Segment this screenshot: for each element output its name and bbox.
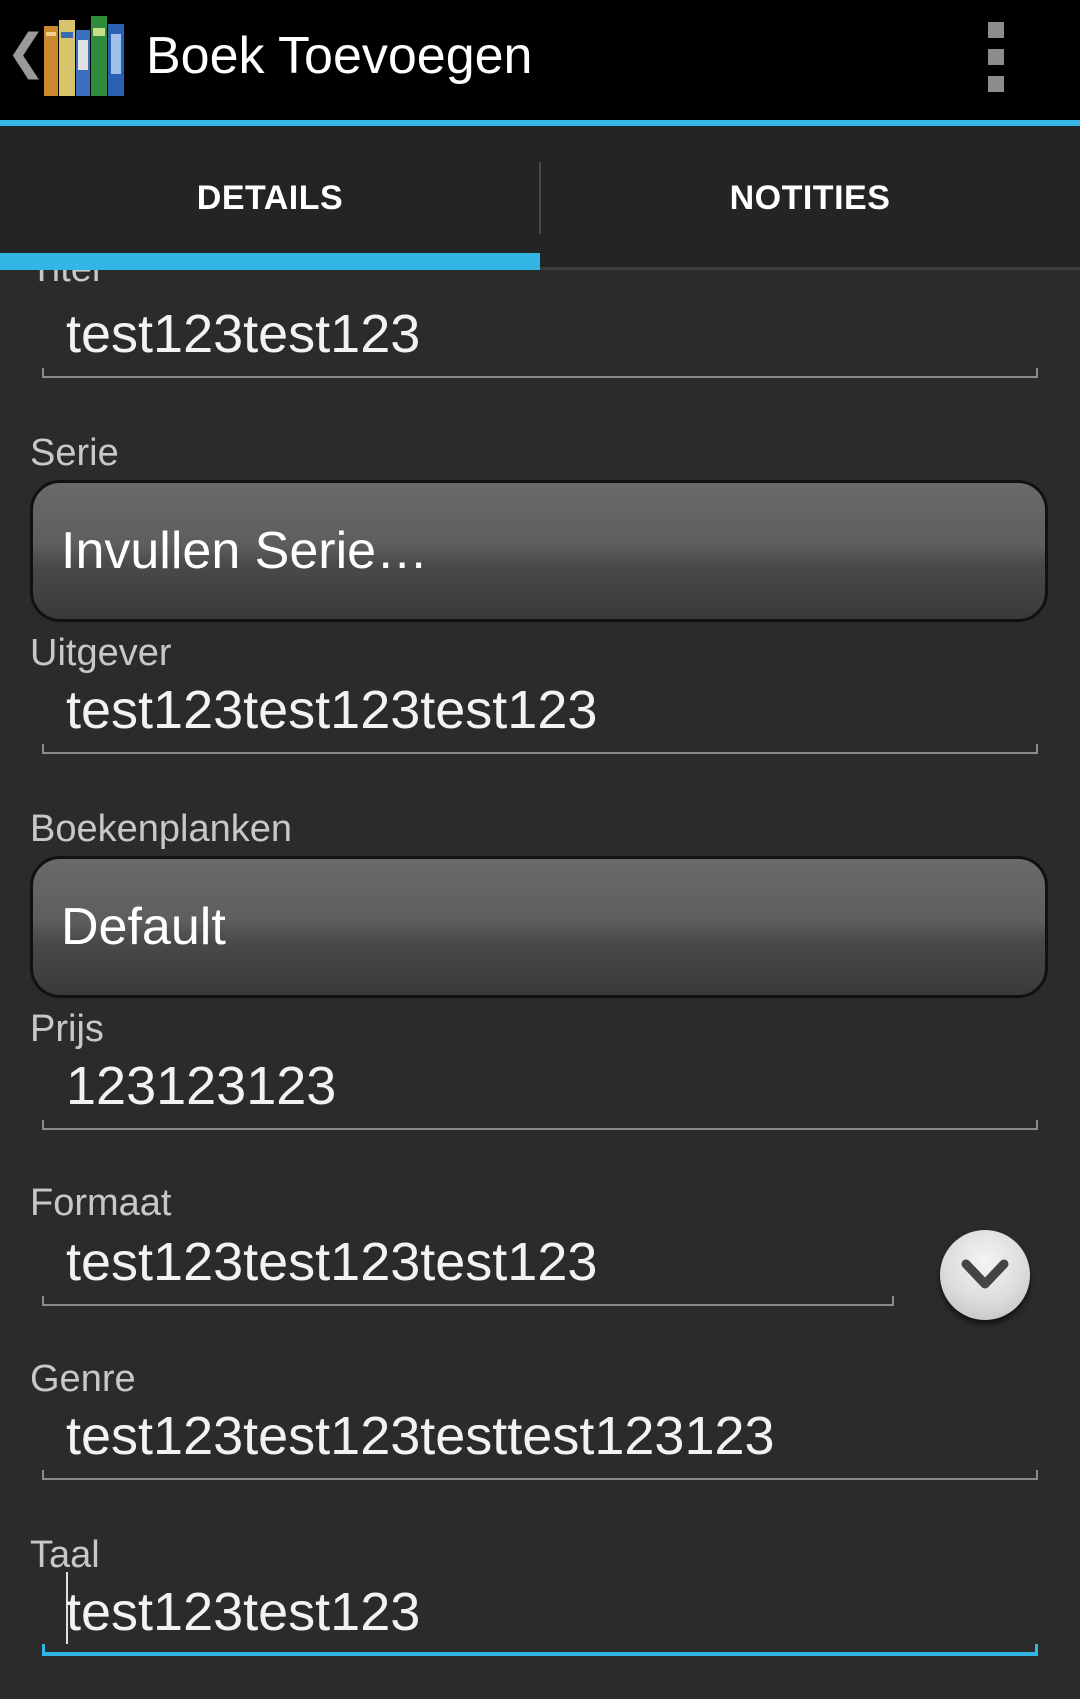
titel-field[interactable]: test123test123 <box>42 304 1038 378</box>
taal-underline <box>42 1644 1038 1656</box>
uitgever-underline <box>42 744 1038 754</box>
taal-field[interactable]: test123test123 <box>42 1572 1038 1656</box>
chevron-left-icon[interactable]: ❮ <box>6 28 46 76</box>
genre-value: test123test123testtest123123 <box>66 1406 775 1466</box>
genre-label: Genre <box>30 1358 136 1400</box>
serie-button-label: Invullen Serie… <box>61 522 429 580</box>
prijs-field[interactable]: 123123123 <box>42 1056 1038 1130</box>
formaat-label: Formaat <box>30 1182 172 1224</box>
titel-value: test123test123 <box>66 304 421 364</box>
page-title: Boek Toevoegen <box>146 27 533 85</box>
tab-details[interactable]: DETAILS <box>0 126 540 270</box>
prijs-label: Prijs <box>30 1008 104 1050</box>
formaat-value: test123test123test123 <box>66 1232 598 1292</box>
taal-label: Taal <box>30 1534 100 1576</box>
prijs-underline <box>42 1120 1038 1130</box>
books-icon[interactable] <box>42 12 126 98</box>
boekenplanken-button-label: Default <box>61 898 226 956</box>
titel-label: Titel <box>30 270 100 292</box>
taal-value: test123test123 <box>66 1582 421 1642</box>
details-form: Titel test123test123 Serie Invullen Seri… <box>0 270 1080 1699</box>
uitgever-value: test123test123test123 <box>66 680 598 740</box>
genre-underline <box>42 1470 1038 1480</box>
uitgever-field[interactable]: test123test123test123 <box>42 680 1038 754</box>
boekenplanken-label: Boekenplanken <box>30 808 292 850</box>
tab-bar: DETAILS NOTITIES <box>0 126 1080 270</box>
formaat-dropdown-button[interactable] <box>940 1230 1030 1320</box>
titel-underline <box>42 368 1038 378</box>
formaat-underline <box>42 1296 894 1306</box>
chevron-down-icon <box>961 1259 1009 1289</box>
serie-button[interactable]: Invullen Serie… <box>30 480 1048 622</box>
tab-notities[interactable]: NOTITIES <box>540 126 1080 270</box>
overflow-menu-icon[interactable] <box>978 22 1014 92</box>
prijs-value: 123123123 <box>66 1056 337 1116</box>
serie-label: Serie <box>30 432 119 474</box>
tab-selected-indicator <box>0 253 540 270</box>
boekenplanken-button[interactable]: Default <box>30 856 1048 998</box>
formaat-field[interactable]: test123test123test123 <box>42 1232 894 1306</box>
action-bar: ❮ Boek Toevoegen <box>0 0 1080 120</box>
genre-field[interactable]: test123test123testtest123123 <box>42 1406 1038 1480</box>
uitgever-label: Uitgever <box>30 632 172 674</box>
